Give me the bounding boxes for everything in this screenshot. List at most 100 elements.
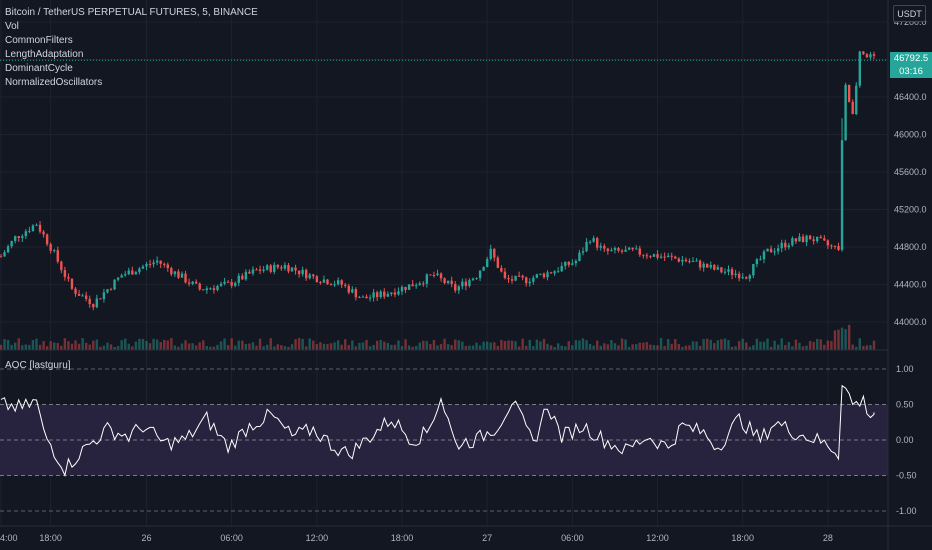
volume-bar [84, 342, 88, 350]
oscillator-title[interactable]: AOC [lastguru] [5, 360, 71, 371]
volume-bar [251, 342, 255, 350]
volume-bar [223, 338, 226, 350]
volume-bar [560, 345, 563, 350]
volume-bar [354, 346, 358, 350]
candle-body [297, 270, 301, 275]
candle-body [152, 262, 155, 265]
volume-bar [713, 343, 716, 350]
volume-bar [294, 339, 297, 350]
volume-bar [691, 341, 695, 350]
osc-tick-label: -0.50 [896, 471, 917, 481]
volume-bar [234, 345, 237, 350]
volume-bar [141, 338, 145, 350]
trading-chart[interactable]: 44000.0 44400.0 44800.0 45200.0 45600.0 46000… [0, 0, 932, 550]
candle-body [432, 274, 436, 276]
volume-bar [823, 344, 826, 350]
volume-bar [862, 345, 865, 350]
candle-body [556, 271, 560, 273]
volume-bar [532, 346, 535, 350]
volume-bar [670, 343, 673, 350]
candle-body [407, 284, 411, 290]
volume-bar [837, 329, 840, 350]
candle-body [624, 249, 627, 252]
volume-bar [308, 338, 311, 350]
candle-body [681, 259, 684, 262]
candle-body [77, 293, 81, 296]
volume-bar [333, 342, 336, 350]
candle-body [365, 296, 368, 299]
candle-body [400, 286, 404, 292]
candle-body [418, 283, 421, 286]
candle-body [329, 284, 333, 286]
time-axis-ticks[interactable]: 4:00 18:00 26 06:00 12:00 18:00 27 06:00 12:00 18… [0, 533, 833, 543]
volume-bar [464, 345, 468, 350]
volume-bar [124, 338, 127, 350]
candle-body [42, 231, 45, 235]
candle-body [588, 241, 592, 243]
volume-bar [801, 346, 805, 350]
candle-body [688, 261, 691, 263]
candle-body [493, 248, 496, 258]
volume-bar [329, 343, 333, 350]
candle-body [503, 271, 507, 279]
candle-body [734, 273, 737, 276]
volume-bar [723, 338, 727, 350]
osc-tick-label: 0.50 [896, 400, 914, 410]
volume-bar [567, 341, 571, 350]
candle-body [617, 248, 620, 251]
candle-body [713, 264, 716, 270]
candle-body [258, 269, 262, 271]
oscillator-axis-ticks[interactable]: 1.00 0.50 0.00 -0.50 -1.00 [896, 364, 917, 516]
volume-bars [0, 324, 876, 350]
currency-button[interactable]: USDT [893, 5, 926, 22]
candle-body [102, 292, 106, 300]
candle-body [38, 224, 42, 232]
volume-bar [847, 324, 851, 350]
volume-bar [741, 338, 744, 350]
candle-body [748, 275, 751, 279]
candle-body [202, 289, 205, 291]
candle-body [255, 269, 258, 271]
volume-bar [603, 343, 606, 350]
candle-body [131, 270, 134, 275]
volume-bar [31, 340, 35, 350]
volume-bar [326, 344, 329, 350]
candle-body [411, 284, 414, 287]
candle-body [88, 298, 91, 305]
candle-body [124, 274, 127, 276]
volume-bar [92, 340, 95, 350]
candle-body [578, 252, 581, 261]
volume-bar [265, 344, 269, 350]
candle-body [159, 260, 162, 264]
volume-bar [45, 346, 49, 350]
candle-body [251, 269, 255, 274]
volume-bar [631, 344, 634, 350]
candle-body [521, 275, 524, 278]
volume-bar [3, 339, 6, 350]
candle-body [120, 275, 123, 278]
volume-bar [571, 345, 574, 350]
candle-body [347, 285, 350, 293]
candle-body [851, 101, 854, 114]
volume-bar [528, 339, 531, 350]
candle-body [567, 261, 571, 265]
candle-body [468, 280, 471, 287]
price-candles[interactable] [0, 50, 876, 311]
volume-bar [737, 341, 741, 350]
candle-body [532, 277, 535, 282]
candle-body [294, 267, 297, 271]
candle-body [237, 275, 240, 283]
candle-body [674, 256, 677, 259]
candle-body [752, 264, 755, 276]
volume-bar [372, 344, 375, 350]
candle-body [109, 289, 113, 291]
candle-body [723, 271, 727, 273]
volume-bar [776, 344, 780, 350]
candle-body [599, 245, 602, 248]
candle-body [223, 281, 226, 284]
candle-body [56, 250, 59, 262]
volume-bar [759, 341, 762, 350]
candle-body [496, 257, 500, 268]
candle-body [457, 286, 460, 291]
candle-body [833, 245, 837, 247]
